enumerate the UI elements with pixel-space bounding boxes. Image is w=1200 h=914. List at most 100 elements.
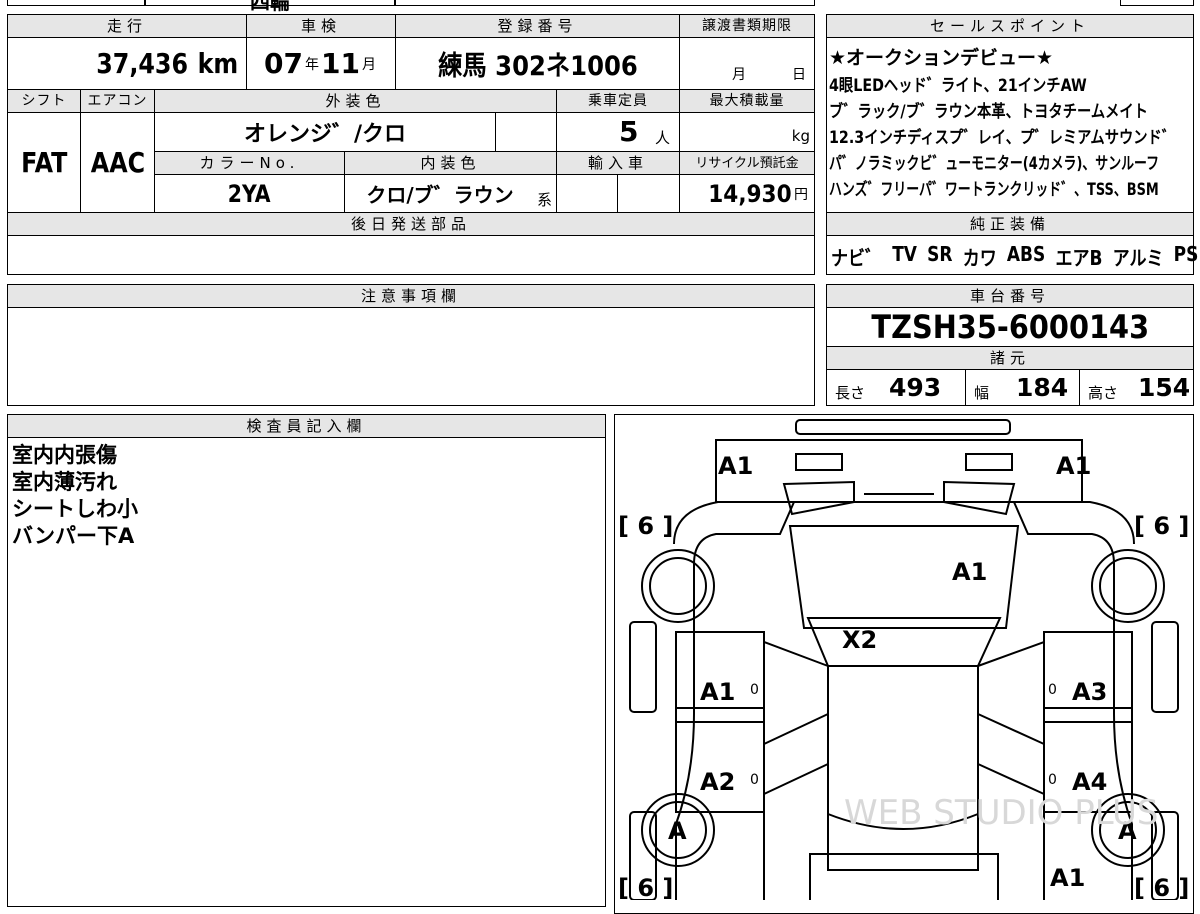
top-strip-far [1120,0,1194,6]
max-load-cell: kg [679,112,815,152]
mark-hood: A1 [952,558,987,586]
specs-header: 諸元 [826,346,1194,370]
shaken-header: 車検 [246,14,396,38]
deadline-cell: 月 日 [679,37,815,90]
roof-shape [827,665,979,871]
inspector-note: シートしわ小 [12,497,138,521]
mileage-header: 走行 [7,14,247,38]
sales-point-line: ブ゛ラック/ブ゛ラウン本革、トヨタチームメイト [829,102,1148,122]
interior-color-value: クロ/ブ゛ラウン [366,183,514,207]
tread-rear-right: [ 6 ] [1134,874,1189,900]
width-value: 184 [1016,373,1069,402]
shaken-cell: 07 年 11 月 [246,37,396,90]
notes-header: 注意事項欄 [7,284,815,308]
watermark: WEB STUDIO PLUS [844,793,1158,833]
capacity-unit: 人 [655,129,671,147]
sales-point-header: セールスポイント [826,14,1194,38]
top-strip-left [7,0,145,6]
equipment-item: ナビ゛ [831,246,882,270]
shaken-year: 07 [264,47,303,80]
mark-zero: 0 [750,682,759,698]
mark-rear-right: A1 [1050,864,1085,892]
deadline-day: 日 [792,67,806,83]
notes-box [7,307,815,406]
height-label: 高さ [1088,384,1119,402]
car-diagram: [ 6 ] [ 6 ] [ 6 ] [ 6 ] A1 A1 A1 X2 A1 A… [618,419,1189,900]
mark-zero: 0 [1048,682,1057,698]
equipment-box: ナビ゛ TV SR カワ ABS エアB アルミ PS PW [826,235,1198,275]
equipment-item: アルミ [1112,246,1164,270]
headlight-left-shape [795,453,843,471]
mark-door-rear-left: A2 [700,768,735,796]
equipment-header: 純正装備 [826,212,1194,236]
width-label: 幅 [974,384,990,402]
exterior-color-header: 外装色 [154,89,557,113]
registration-value: 練馬 302ネ1006 [437,51,638,82]
color-no-header: カラーNo. [154,151,345,175]
front-bumper-shape [795,419,1011,435]
windshield-shape [806,617,1002,667]
parts-later-cell [7,235,815,275]
sales-point-line: 4眼LEDヘッド゛ライト、21インチAW [829,76,1087,96]
mark-front-right: A1 [1056,452,1091,480]
capacity-value: 5 [619,115,639,148]
sales-point-line: ハンズ゛フリーパ゛ワートランクリッド゛、TSS、BSM [829,180,1159,200]
import-cell-b [617,174,680,213]
aircon-value: AAC [90,146,145,179]
color-no-value: 2YA [228,179,271,208]
sales-point-box: ★オークションデビュー★ 4眼LEDヘッド゛ライト、21インチAW ブ゛ラック/… [826,37,1194,213]
equipment-item: PS [1173,242,1199,266]
aircon-cell: AAC [80,112,155,213]
exterior-color-cell: オレンジ゛/クロ [154,112,496,152]
equipment-item: ABS [1006,242,1046,266]
headlight-right-shape [965,453,1013,471]
inspector-note: 室内薄汚れ [12,470,117,494]
max-load-header: 最大積載量 [679,89,815,113]
front-panel-shape [715,439,1083,503]
recycle-fee-value: 14,930 [708,179,792,208]
sales-point-line: 12.3インチディスプ゛レイ、プ゛レミアムサウンド゛ [829,128,1177,148]
chassis-header: 車台番号 [826,284,1194,308]
mark-windshield: X2 [842,626,877,654]
mileage-unit: km [197,47,239,80]
tread-front-left: [ 6 ] [618,512,673,540]
length-cell: 長さ 493 [826,369,966,406]
width-cell: 幅 184 [965,369,1080,406]
inspector-note: 室内内張傷 [12,443,117,467]
equipment-item: SR [927,242,953,266]
length-label: 長さ [835,384,866,402]
height-value: 154 [1138,373,1191,402]
equipment-item: エアB [1055,246,1103,270]
import-cell-a [556,174,618,213]
registration-header: 登録番号 [395,14,680,38]
tread-rear-left: [ 6 ] [618,874,673,900]
inspector-box: 室内内張傷 室内薄汚れ シートしわ小 バンパー下A [7,437,606,907]
chassis-value: TZSH35-6000143 [871,308,1149,346]
mark-zero: 0 [750,772,759,788]
top-fragment-text: 四輪 [250,0,290,14]
exterior-color-extra [495,112,557,152]
mileage-value: 37,436 [96,47,189,80]
transfer-deadline-header: 譲渡書類期限 [679,14,815,38]
length-value: 493 [889,373,942,402]
tire-front-right [1091,549,1165,623]
mark-door-rear-right: A4 [1072,768,1107,796]
shift-cell: FAT [7,112,81,213]
sales-point-line: ★オークションデビュー★ [829,47,1054,69]
color-no-cell: 2YA [154,174,345,213]
tread-front-right: [ 6 ] [1134,512,1189,540]
shift-header: シフト [7,89,81,113]
top-strip-right [395,0,815,6]
inspector-header: 検査員記入欄 [7,414,606,438]
sales-point-line: パ゛ノラミックビ゛ューモニター(4カメラ)、サンルーフ [829,154,1160,174]
shift-value: FAT [20,146,68,179]
year-unit: 年 [305,56,319,73]
recycle-fee-header: リサイクル預託金 [679,151,815,175]
recycle-fee-cell: 14,930 円 [679,174,815,213]
tire-front-left [641,549,715,623]
import-header: 輸入車 [556,151,680,175]
recycle-unit: 円 [794,186,808,203]
registration-cell: 練馬 302ネ1006 [395,37,680,90]
parts-later-header: 後日発送部品 [7,212,815,236]
mark-door-front-left: A1 [700,678,735,706]
